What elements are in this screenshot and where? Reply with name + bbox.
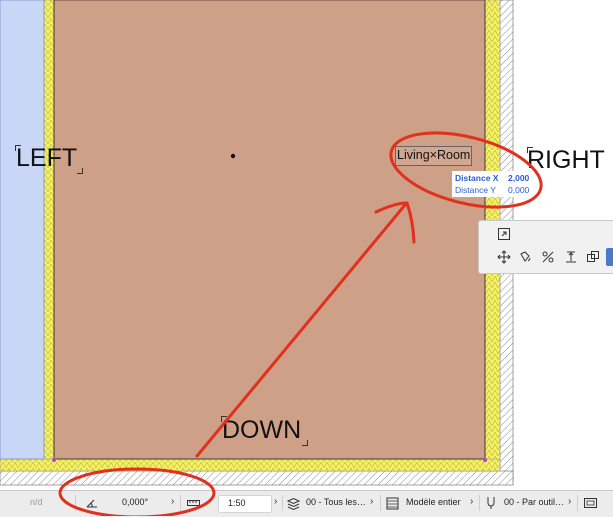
annotation-layer — [195, 131, 543, 458]
status-annotation — [58, 467, 216, 516]
floor-plan-canvas[interactable]: LEFT RIGHT DOWN Living×Room Distance X 2… — [0, 0, 613, 490]
